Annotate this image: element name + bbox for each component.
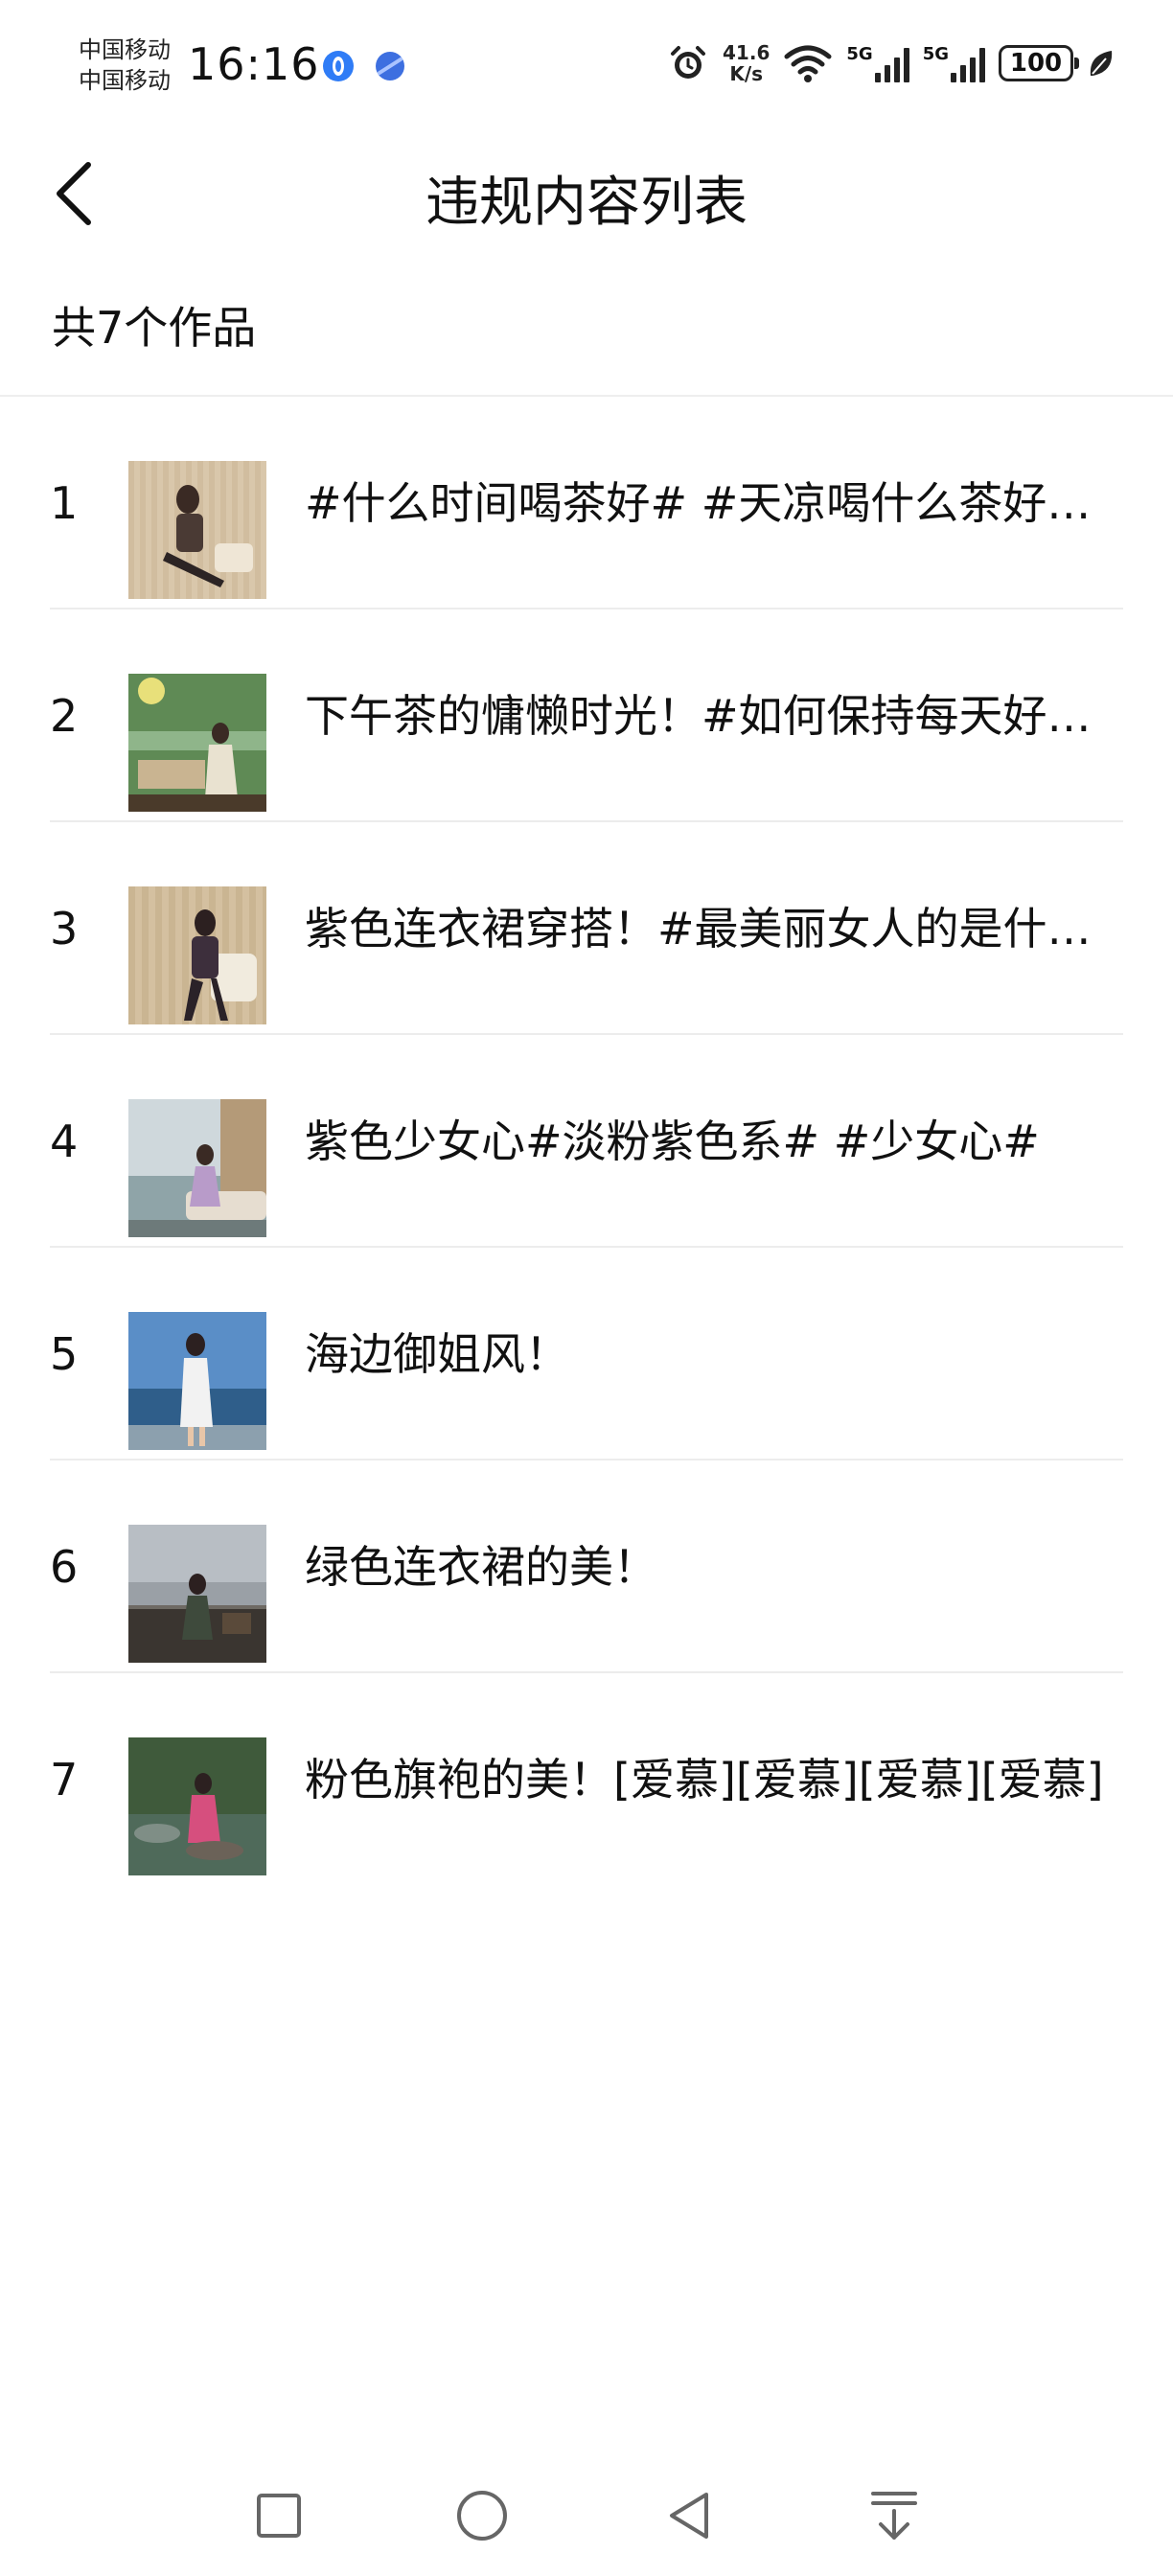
app-icon — [323, 51, 354, 81]
status-icons: 41.6 K/s 5G 5G 100 — [667, 42, 1116, 84]
item-thumbnail — [128, 1099, 266, 1237]
item-thumbnail — [128, 461, 266, 599]
item-index: 3 — [50, 903, 79, 954]
alarm-icon — [667, 42, 709, 84]
status-bar: 中国移动 中国移动 16:16 41.6 K/s 5G 5G 100 — [0, 0, 1173, 134]
notification-pull-button[interactable] — [861, 2482, 928, 2549]
item-thumbnail — [128, 674, 266, 812]
page-header: 违规内容列表 — [0, 134, 1173, 249]
item-title: 粉色旗袍的美！[爱慕][爱慕][爱慕][爱慕] — [305, 1754, 1104, 1806]
item-index: 2 — [50, 690, 79, 742]
list-item[interactable]: 6 绿色连衣裙的美！ — [0, 1460, 1173, 1673]
net-speed-unit: K/s — [729, 62, 764, 85]
item-index: 7 — [50, 1754, 79, 1806]
list-item[interactable]: 7 粉色旗袍的美！[爱慕][爱慕][爱慕][爱慕] — [0, 1673, 1173, 1886]
list-item[interactable]: 2 下午茶的慵懒时光！#如何保持每天好心情# — [0, 610, 1173, 822]
wifi-icon — [783, 43, 833, 83]
item-index: 5 — [50, 1328, 79, 1380]
works-count: 共7个作品 — [52, 302, 257, 354]
item-thumbnail — [128, 1312, 266, 1450]
item-title: 紫色连衣裙穿搭！#最美丽女人的是什么样子# — [305, 903, 1121, 954]
recent-apps-button[interactable] — [245, 2482, 312, 2549]
system-nav-bar — [0, 2453, 1173, 2576]
item-index: 1 — [50, 477, 79, 529]
item-thumbnail — [128, 1737, 266, 1875]
violation-list: 1 #什么时间喝茶好# #天凉喝什么茶好# #茶 2 下午茶的慵懒时光！#如何保… — [0, 397, 1173, 1886]
net-speed: 41.6 K/s — [723, 42, 770, 84]
signal-icon: 5G — [923, 44, 985, 82]
page-title: 违规内容列表 — [426, 172, 748, 234]
item-thumbnail — [128, 1525, 266, 1663]
home-button[interactable] — [448, 2482, 516, 2549]
item-title: 下午茶的慵懒时光！#如何保持每天好心情# — [305, 690, 1121, 742]
battery-level: 100 — [1009, 49, 1063, 78]
carrier-1: 中国移动 — [79, 36, 171, 63]
item-thumbnail — [128, 886, 266, 1024]
leaf-icon — [1087, 47, 1116, 80]
list-item[interactable]: 3 紫色连衣裙穿搭！#最美丽女人的是什么样子# — [0, 822, 1173, 1035]
sim2-label: 5G — [922, 44, 949, 64]
home-icon — [457, 2491, 507, 2541]
item-title: 紫色少女心#淡粉紫色系# #少女心# — [305, 1116, 1040, 1167]
list-item[interactable]: 4 紫色少女心#淡粉紫色系# #少女心# — [0, 1035, 1173, 1248]
item-index: 4 — [50, 1116, 79, 1167]
notification-pull-icon — [871, 2492, 917, 2540]
sim1-label: 5G — [846, 44, 873, 64]
carrier-2: 中国移动 — [79, 67, 171, 94]
back-nav-button[interactable] — [656, 2482, 723, 2549]
list-item[interactable]: 1 #什么时间喝茶好# #天凉喝什么茶好# #茶 — [0, 397, 1173, 610]
item-title: 绿色连衣裙的美！ — [305, 1541, 657, 1593]
net-speed-value: 41.6 — [723, 41, 770, 64]
browser-icon — [376, 52, 404, 80]
back-triangle-icon — [670, 2493, 708, 2539]
item-title: 海边御姐风！ — [305, 1328, 569, 1380]
item-title: #什么时间喝茶好# #天凉喝什么茶好# #茶 — [305, 477, 1121, 529]
signal-icon: 5G — [846, 44, 909, 82]
item-index: 6 — [50, 1541, 79, 1593]
clock: 16:16 — [188, 38, 320, 90]
recent-apps-icon — [257, 2494, 301, 2538]
battery-icon: 100 — [999, 45, 1079, 81]
list-item[interactable]: 5 海边御姐风！ — [0, 1248, 1173, 1460]
carrier-labels: 中国移动 中国移动 — [79, 34, 171, 96]
